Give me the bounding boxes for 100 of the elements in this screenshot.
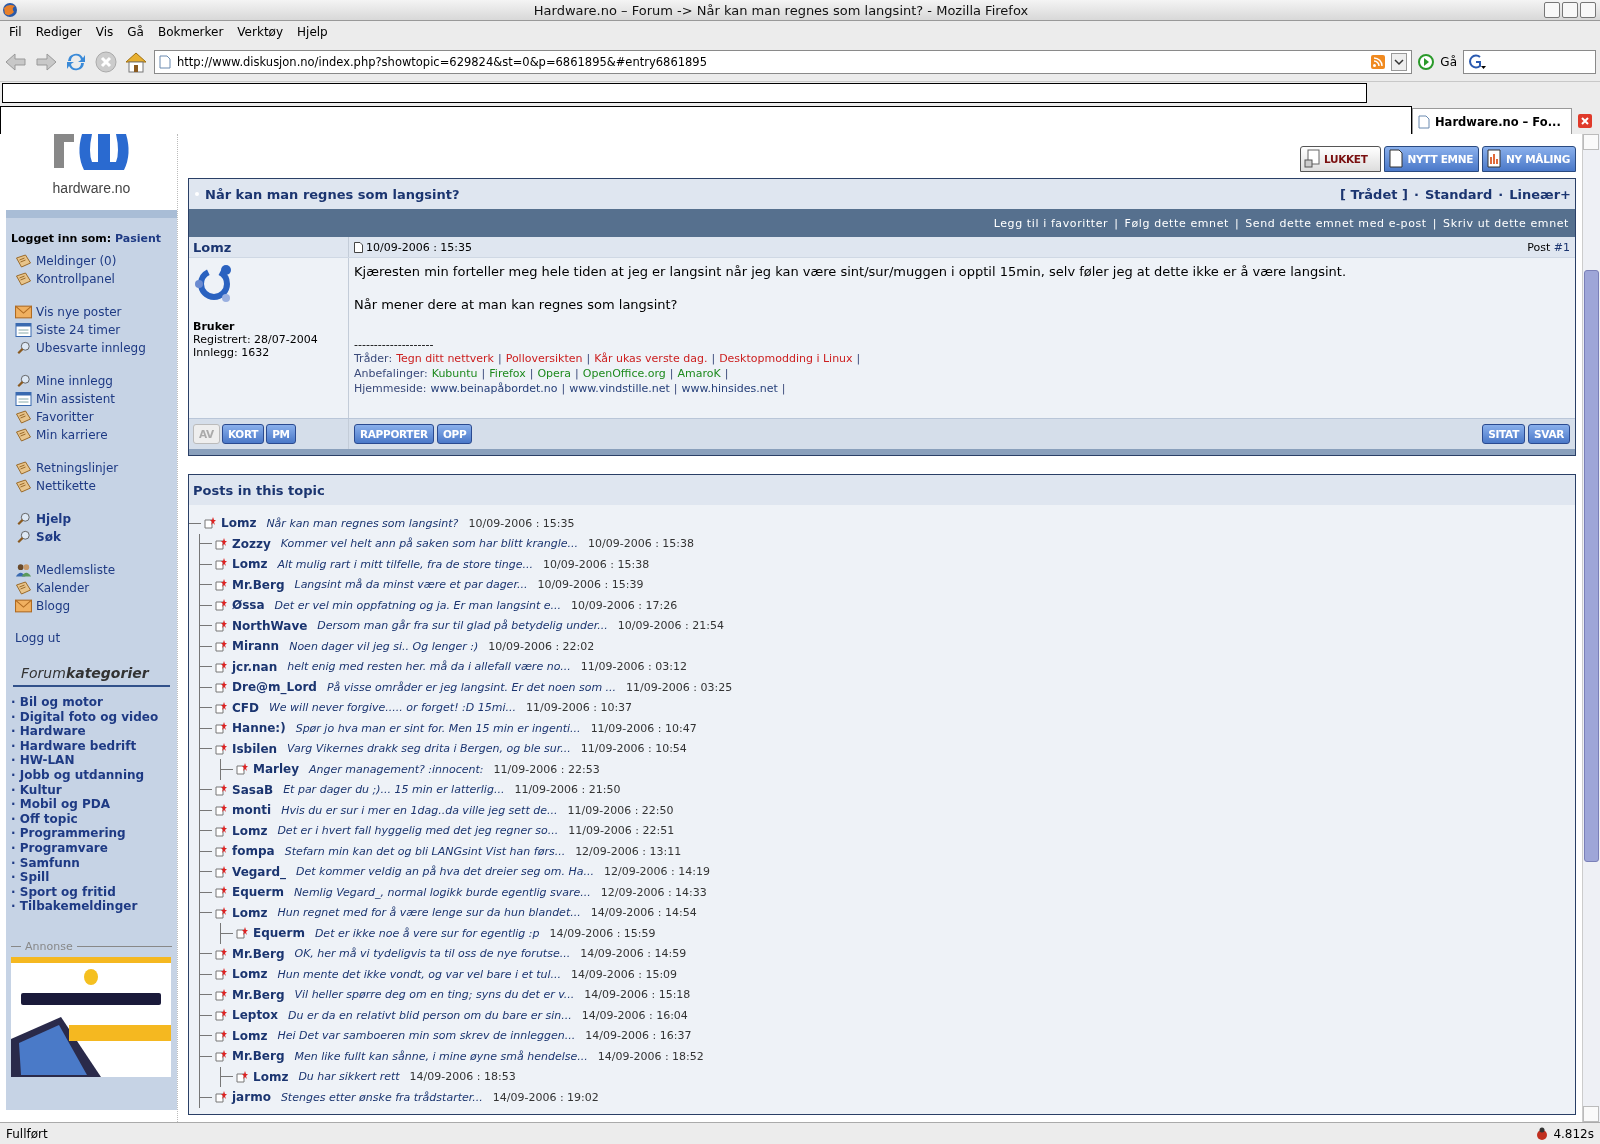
signature-link[interactable]: Opera [537,366,572,381]
post-snippet[interactable]: Kommer vel helt ann på saken som har blitt krangle... [280,537,578,551]
category-link[interactable]: · Bil og motor [11,695,172,710]
post-author[interactable]: Mr.Berg [232,577,285,592]
signature-link[interactable]: Firefox [489,366,526,381]
dropdown-icon[interactable] [1391,53,1408,71]
category-link[interactable]: · Jobb og utdanning [11,767,172,783]
signature-link[interactable]: Kår ukas verste dag. [594,351,708,366]
post-author[interactable]: Lomz [221,516,257,531]
post-author[interactable]: Mr.Berg [232,1049,285,1064]
topic-action-link[interactable]: Legg til i favoritter [993,216,1109,230]
menu-item[interactable]: Verktøy [232,25,293,39]
sidebar-link[interactable]: Meldinger (0) [36,253,117,268]
post-author[interactable]: Lomz [253,1069,289,1084]
menu-item[interactable]: Rediger [30,25,91,39]
menu-item[interactable]: Bokmerker [152,25,233,39]
topic-action-link[interactable]: Skriv ut dette emnet [1443,216,1569,230]
sidebar-link[interactable]: Ubesvarte innlegg [36,340,146,355]
post-snippet[interactable]: Spør jo hva man er sint for. Men 15 min er ingenti... [295,721,581,735]
sidebar-link[interactable]: Kontrollpanel [36,271,115,286]
post-snippet[interactable]: På visse områder er jeg langsint. Er det noen som ... [326,680,617,694]
post-snippet[interactable]: Stenges etter ønske fra trådstarter... [280,1090,483,1104]
post-author[interactable]: Lomz [232,905,268,920]
topic-button[interactable]: LUKKET [1299,146,1381,172]
post-snippet[interactable]: Nemlig Vegard_, normal logikk burde egentlig svare... [293,885,591,899]
go-icon[interactable] [1418,54,1435,70]
signature-link[interactable]: Desktopmodding i Linux [719,351,853,366]
post-snippet[interactable]: Det er ikke noe å vere sur for egentlig :p [314,926,540,940]
post-author[interactable]: Lomz [232,557,268,572]
search-engine-icon[interactable] [1467,53,1487,71]
sidebar-link[interactable]: Medlemsliste [36,562,116,577]
post-author[interactable]: Equerm [232,885,284,900]
signature-link[interactable]: Kubuntu [431,366,478,381]
post-author[interactable]: Mr.Berg [232,987,285,1002]
category-link[interactable]: · Hardware [11,724,172,739]
post-author[interactable]: jcr.nan [232,659,278,674]
sidebar-link[interactable]: Vis nye poster [36,304,122,319]
post-snippet[interactable]: Men like fullt kan sånne, i mine øyne små hendelse... [294,1049,588,1063]
stop-icon[interactable] [94,50,118,74]
post-author[interactable]: fompa [232,844,275,859]
sidebar-link[interactable]: Min assistent [36,391,115,406]
post-author[interactable]: Hanne:) [232,721,286,736]
view-mode-link[interactable]: Lineær+ [1509,186,1571,202]
post-snippet[interactable]: Hun regnet med for å være lenge sur da hun blandet... [277,906,581,920]
post-author[interactable]: Lomz [193,239,232,255]
category-link[interactable]: · HW-LAN [11,753,172,768]
post-snippet[interactable]: OK, her må vi tydeligvis ta til oss de nye forutse... [294,947,571,961]
menu-item[interactable]: Fil [4,25,31,39]
sidebar-link[interactable]: Favoritter [36,409,94,424]
signature-link[interactable]: www.hinsides.net [681,381,778,396]
post-snippet[interactable]: Hei Det var samboeren min som skrev de innleggen... [277,1029,576,1043]
post-snippet[interactable]: Vil heller spørre deg om en ting; syns du det er v... [294,988,575,1002]
post-author[interactable]: monti [232,803,272,818]
category-link[interactable]: · Hardware bedrift [11,738,172,754]
post-author[interactable]: Øssa [232,598,265,613]
menu-item[interactable]: Vis [90,25,123,39]
post-snippet[interactable]: Du er da en relativt blid person om du bare er sin... [288,1008,572,1022]
post-snippet[interactable]: We will never forgive..... or forget! :D 15mi... [268,701,516,715]
category-link[interactable]: · Samfunn [11,855,172,871]
minimize-button[interactable] [1544,2,1560,18]
signature-link[interactable]: Tegn ditt nettverk [396,351,494,366]
category-link[interactable]: · Programmering [11,826,172,841]
menu-item[interactable]: Hjelp [292,25,337,39]
post-snippet[interactable]: Når kan man regnes som langsint? [266,516,459,530]
post-snippet[interactable]: Hun mente det ikke vondt, og var vel bare i et tul... [277,967,562,981]
category-link[interactable]: · Off topic [11,811,172,827]
post-snippet[interactable]: Et par dager du ;)... 15 min er latterlig... [283,783,505,797]
post-author[interactable]: Lomz [232,823,268,838]
post-author[interactable]: Mirann [232,639,280,654]
post-author[interactable]: Zozzy [232,536,271,551]
signature-link[interactable]: Polloversikten [505,351,583,366]
post-author[interactable]: SasaB [232,782,274,797]
sidebar-link[interactable]: Logg ut [11,631,61,645]
sidebar-link[interactable]: Siste 24 timer [36,322,121,337]
signature-link[interactable]: www.vindstille.net [569,381,670,396]
sidebar-link[interactable]: Kalender [36,580,90,595]
post-author[interactable]: Marley [253,762,300,777]
category-link[interactable]: · Kultur [11,782,172,798]
view-mode-link[interactable]: Standard [1424,186,1493,202]
post-snippet[interactable]: Det kommer veldig an på hva det dreier seg om. Ha... [295,865,594,879]
post-author[interactable]: Lomz [232,967,268,982]
post-snippet[interactable]: Hvis du er sur i mer en 1dag..da ville jeg sett de... [281,803,558,817]
home-icon[interactable] [124,50,148,74]
signature-link[interactable]: OpenOffice.org [582,366,666,381]
category-link[interactable]: · Programvare [11,840,172,856]
sidebar-link[interactable]: Nettikette [36,478,96,493]
post-snippet[interactable]: Noen dager vil jeg si.. Og lenger :) [289,639,479,653]
signature-link[interactable]: www.beinapåbordet.no [430,381,558,396]
menu-item[interactable]: Gå [122,25,153,39]
category-link[interactable]: · Sport og fritid [11,884,172,900]
post-author[interactable]: NorthWave [232,618,308,633]
topic-action-link[interactable]: Send dette emnet med e-post [1245,216,1427,230]
sidebar-link[interactable]: Min karriere [36,427,108,442]
category-link[interactable]: · Spill [11,870,172,885]
post-author[interactable]: Mr.Berg [232,946,285,961]
post-author[interactable]: Vegard_ [232,864,286,879]
post-author[interactable]: Leptox [232,1008,279,1023]
post-author[interactable]: Equerm [253,926,305,941]
post-snippet[interactable]: Dersom man går fra sur til glad på betydelig under... [317,619,608,633]
post-snippet[interactable]: Anger management? :innocent: [309,762,484,776]
